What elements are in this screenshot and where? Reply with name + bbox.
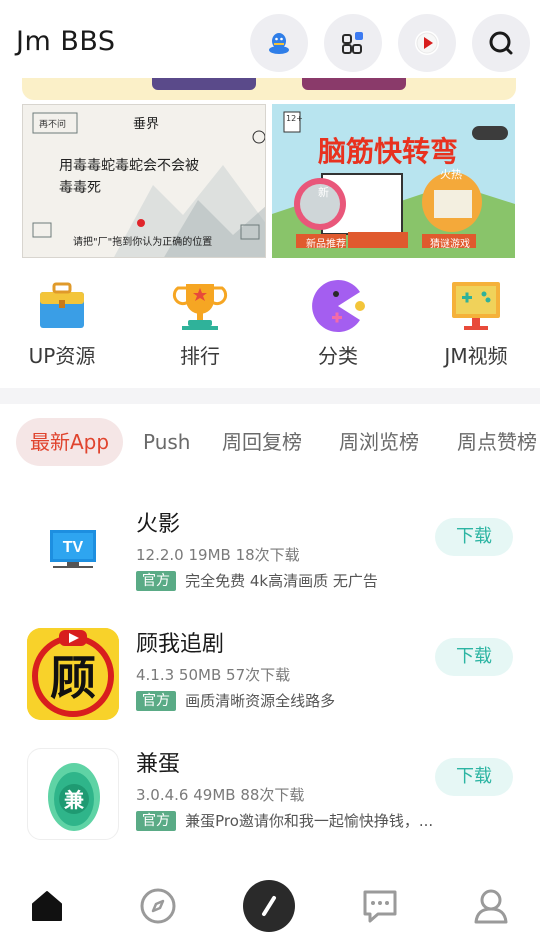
app-description: 完全免费 4k高清画质 无广告	[185, 572, 378, 590]
svg-text:顾: 顾	[50, 651, 96, 705]
official-badge: 官方	[136, 810, 176, 831]
app-tagline: 官方 画质清晰资源全线路多	[136, 690, 335, 712]
apps-button[interactable]	[324, 14, 382, 72]
age-rating-label: 12+	[286, 114, 303, 123]
download-button[interactable]: 下载	[435, 638, 513, 676]
app-tagline: 官方 兼蛋Pro邀请你和我一起愉快挣钱，...	[136, 810, 433, 832]
app-icon: 兼	[27, 748, 119, 840]
tab-latest-app[interactable]: 最新App	[16, 418, 124, 466]
app-icon: TV	[27, 508, 119, 600]
app-list-item[interactable]: 顾 顾我追剧 4.1.3 50MB 57次下载 官方 画质清晰资源全线路多 下载	[0, 628, 540, 748]
nav-create[interactable]	[239, 876, 299, 936]
app-icon: 顾	[27, 628, 119, 720]
app-screen: Jm BBS 再不问 垂界 用毒毒蛇毒蛇会不会被 毒毒死 请把"厂"拖到你认为正…	[0, 0, 540, 949]
app-meta: 12.2.0 19MB 18次下载	[136, 546, 300, 564]
qq-icon	[269, 33, 289, 54]
download-button[interactable]: 下载	[435, 758, 513, 796]
official-badge: 官方	[136, 570, 176, 591]
video-button[interactable]	[398, 14, 456, 72]
home-icon	[32, 891, 62, 921]
svg-text:TV: TV	[63, 539, 84, 556]
compass-icon	[140, 888, 176, 924]
search-button[interactable]	[472, 14, 530, 72]
quick-item-label: 分类	[318, 344, 358, 368]
banner-strip[interactable]	[22, 78, 516, 100]
banner-title: 脑筋快转弯	[318, 135, 459, 168]
chat-icon	[363, 890, 397, 923]
app-name: 火影	[136, 512, 181, 537]
svg-text:兼: 兼	[64, 788, 85, 812]
game-screen-icon	[452, 282, 500, 330]
banner-label: 猜谜游戏	[430, 239, 470, 250]
app-description: 兼蛋Pro邀请你和我一起愉快挣钱，...	[185, 812, 434, 830]
gu-logo-icon: 顾	[27, 628, 119, 720]
quick-item-label: JM视频	[444, 344, 508, 368]
app-description: 画质清晰资源全线路多	[185, 692, 336, 710]
app-name: 兼蛋	[136, 752, 181, 777]
jiandan-egg-icon: 兼	[48, 763, 100, 831]
banner-label: 新品推荐	[306, 239, 346, 250]
nav-discover[interactable]	[128, 876, 188, 936]
app-tagline: 官方 完全免费 4k高清画质 无广告	[136, 570, 378, 592]
quick-item-ranking[interactable]: 排行	[140, 278, 260, 374]
app-list-item[interactable]: TV 火影 12.2.0 19MB 18次下载 官方 完全免费 4k高清画质 无…	[0, 508, 540, 628]
app-meta: 4.1.3 50MB 57次下载	[136, 666, 291, 684]
pen-icon	[243, 880, 295, 932]
nav-messages[interactable]	[350, 876, 410, 936]
quick-item-label: 排行	[180, 344, 220, 368]
banner-label: 火热	[440, 168, 462, 181]
tab-weekly-replies[interactable]: 周回复榜	[222, 418, 302, 466]
apps-grid-icon	[342, 32, 363, 54]
trophy-icon	[172, 284, 228, 330]
tab-weekly-views[interactable]: 周浏览榜	[339, 418, 419, 466]
banner-label: 新	[318, 186, 329, 199]
bottom-navigation	[0, 866, 540, 949]
banner-text: 毒毒死	[59, 180, 101, 196]
nav-profile[interactable]	[461, 876, 521, 936]
qq-button[interactable]	[250, 14, 308, 72]
quick-item-label: UP资源	[28, 344, 96, 368]
section-divider	[0, 388, 540, 404]
pacman-icon	[312, 280, 365, 332]
official-badge: 官方	[136, 690, 176, 711]
banner-text: 垂界	[133, 117, 160, 132]
top-bar: Jm BBS	[0, 0, 540, 84]
app-meta: 3.0.4.6 49MB 88次下载	[136, 786, 305, 804]
banner-text: 请把"厂"拖到你认为正确的位置	[73, 237, 213, 248]
download-button[interactable]: 下载	[435, 518, 513, 556]
nav-home[interactable]	[17, 876, 77, 936]
banner-card-brain-teaser[interactable]: 脑筋快转弯 12+ 新 新品推荐 火热 猜谜游戏	[272, 104, 515, 258]
search-icon	[489, 31, 513, 55]
tab-push[interactable]: Push	[143, 418, 190, 466]
app-list-item[interactable]: 兼 兼蛋 3.0.4.6 49MB 88次下载 官方 兼蛋Pro邀请你和我一起愉…	[0, 748, 540, 868]
banner-text: 再不问	[39, 120, 67, 130]
profile-icon	[474, 889, 508, 924]
quick-item-jm-video[interactable]: JM视频	[416, 278, 536, 374]
banner-card-puzzle[interactable]: 再不问 垂界 用毒毒蛇毒蛇会不会被 毒毒死 请把"厂"拖到你认为正确的位置	[22, 104, 266, 258]
banner-text: 用毒毒蛇毒蛇会不会被	[59, 158, 199, 174]
tab-bar: 最新App Push 周回复榜 周浏览榜 周点赞榜	[0, 418, 540, 468]
tab-weekly-likes[interactable]: 周点赞榜	[457, 418, 537, 466]
app-name: 顾我追剧	[136, 632, 225, 657]
quick-item-categories[interactable]: 分类	[278, 278, 398, 374]
video-play-icon	[415, 31, 439, 55]
tv-icon: TV	[50, 530, 96, 568]
app-title: Jm BBS	[16, 26, 116, 57]
quick-item-up-resources[interactable]: UP资源	[2, 278, 122, 374]
toolbox-icon	[40, 282, 84, 328]
